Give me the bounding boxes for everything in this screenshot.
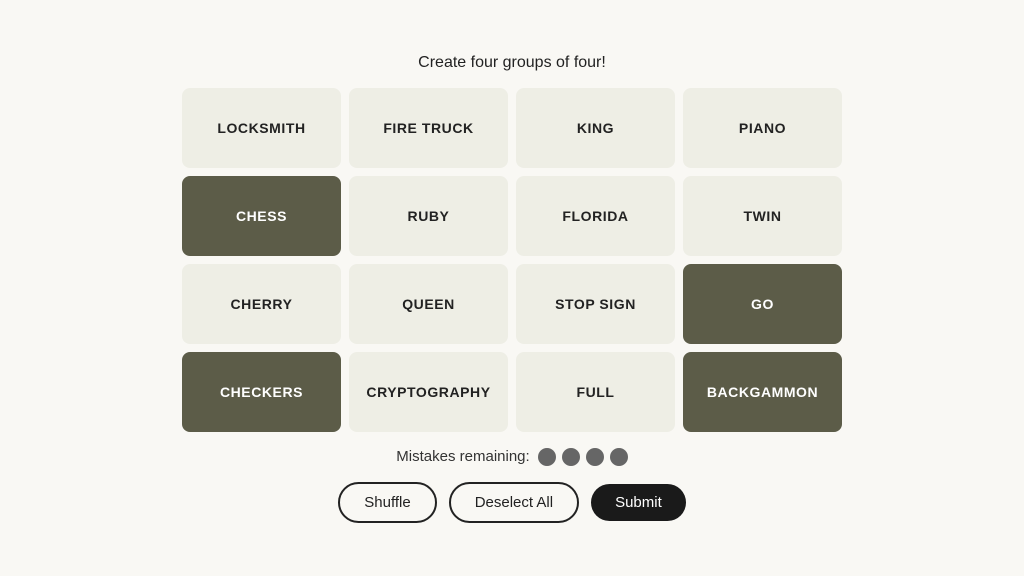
tile-florida[interactable]: FLORIDA [516,176,675,256]
shuffle-button[interactable]: Shuffle [338,482,436,523]
tile-stop-sign[interactable]: STOP SIGN [516,264,675,344]
tile-piano[interactable]: PIANO [683,88,842,168]
tile-grid: LOCKSMITHFIRE TRUCKKINGPIANO CHESSRUBYFLO… [182,88,842,432]
mistakes-row: Mistakes remaining: [396,448,627,466]
tile-king[interactable]: KING [516,88,675,168]
instructions-text: Create four groups of four! [418,54,606,72]
tile-checkers[interactable]: CHECKERS [182,352,341,432]
mistake-dot-2 [562,448,580,466]
tile-chess[interactable]: CHESS [182,176,341,256]
buttons-row: Shuffle Deselect All Submit [338,482,686,523]
tile-twin[interactable]: TWIN [683,176,842,256]
main-container: Create four groups of four! LOCKSMITHFIR… [182,54,842,523]
deselect-button[interactable]: Deselect All [449,482,579,523]
mistakes-dots [538,448,628,466]
tile-cherry[interactable]: CHERRY [182,264,341,344]
mistakes-label: Mistakes remaining: [396,448,529,465]
mistake-dot-3 [586,448,604,466]
tile-queen[interactable]: QUEEN [349,264,508,344]
tile-fire-truck[interactable]: FIRE TRUCK [349,88,508,168]
mistake-dot-4 [610,448,628,466]
mistake-dot-1 [538,448,556,466]
tile-full[interactable]: FULL [516,352,675,432]
tile-go[interactable]: GO [683,264,842,344]
tile-backgammon[interactable]: BACKGAMMON [683,352,842,432]
tile-cryptography[interactable]: CRYPTOGRAPHY [349,352,508,432]
submit-button[interactable]: Submit [591,484,686,521]
tile-ruby[interactable]: RUBY [349,176,508,256]
tile-locksmith[interactable]: LOCKSMITH [182,88,341,168]
